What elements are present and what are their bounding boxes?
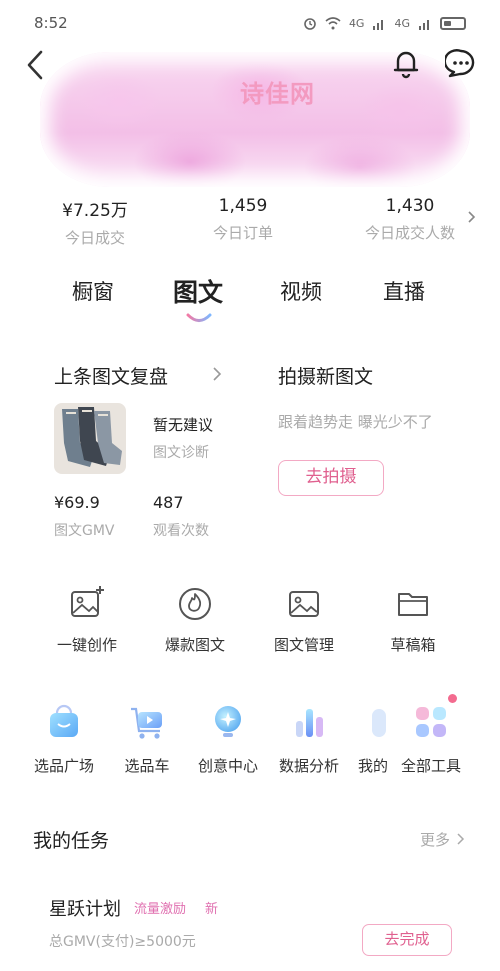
tab-live[interactable]: 直播 bbox=[383, 276, 425, 306]
chevron-left-icon bbox=[27, 50, 43, 80]
stats-row: ¥7.25万 今日成交 1,459 今日订单 1,430 今日成交人数 bbox=[0, 196, 500, 250]
tool-post-management[interactable]: 图文管理 bbox=[259, 584, 349, 655]
go-shoot-button[interactable]: 去拍摄 bbox=[278, 460, 384, 496]
task-name: 星跃计划 bbox=[49, 899, 121, 920]
back-button[interactable] bbox=[22, 48, 52, 82]
status-bar: 8:52 4G 4G bbox=[0, 0, 500, 46]
feature-selection-cart[interactable]: 选品车 bbox=[107, 701, 187, 776]
stat-today-sales[interactable]: ¥7.25万 今日成交 bbox=[40, 196, 150, 248]
post-thumbnail[interactable] bbox=[54, 403, 126, 474]
task-tag-traffic: 流量激励 bbox=[134, 902, 187, 917]
tool-label: 一键创作 bbox=[56, 636, 117, 654]
top-bar bbox=[0, 46, 500, 86]
stat-label: 今日成交人数 bbox=[364, 224, 455, 242]
status-time: 8:52 bbox=[34, 14, 68, 32]
chevron-right-icon bbox=[457, 833, 464, 845]
stat-value: 1,459 bbox=[218, 196, 268, 216]
feature-label: 数据分析 bbox=[278, 757, 339, 775]
stat-value: 1,430 bbox=[385, 196, 435, 216]
feature-all-tools[interactable]: 全部工具 bbox=[391, 701, 471, 776]
image-plus-icon bbox=[71, 586, 104, 617]
stat-today-buyers[interactable]: 1,430 今日成交人数 bbox=[355, 196, 465, 243]
tab-video[interactable]: 视频 bbox=[280, 276, 322, 306]
feature-data-analysis[interactable]: 数据分析 bbox=[269, 701, 349, 776]
tab-graphic-post[interactable]: 图文 bbox=[173, 273, 223, 309]
message-button[interactable] bbox=[443, 46, 477, 80]
fire-icon bbox=[179, 588, 211, 620]
feature-label: 创意中心 bbox=[197, 757, 258, 775]
notification-dot bbox=[448, 694, 457, 703]
stat-value: ¥7.25万 bbox=[62, 201, 128, 221]
shopping-bag-icon bbox=[50, 704, 78, 737]
signal-label-1: 4G bbox=[348, 16, 365, 30]
bulb-icon bbox=[215, 706, 241, 737]
active-tab-indicator bbox=[186, 313, 212, 322]
signal-icon bbox=[373, 19, 384, 30]
new-post-title: 拍摄新图文 bbox=[278, 366, 374, 388]
partial-icon bbox=[372, 709, 386, 737]
new-post-subtitle: 跟着趋势走 曝光少不了 bbox=[278, 413, 433, 431]
wifi-icon bbox=[325, 16, 341, 29]
tab-showcase[interactable]: 橱窗 bbox=[72, 276, 114, 306]
chevron-right-icon[interactable] bbox=[210, 366, 224, 382]
socks-product-image bbox=[54, 403, 126, 474]
chevron-right-icon[interactable] bbox=[464, 210, 478, 224]
suggestion-text: 暂无建议 bbox=[153, 416, 214, 434]
tool-label: 草稿箱 bbox=[390, 636, 436, 654]
gmv-value: ¥69.9 bbox=[54, 493, 100, 512]
feature-mine[interactable]: 我的 bbox=[348, 701, 388, 776]
stat-today-orders[interactable]: 1,459 今日订单 bbox=[188, 196, 298, 243]
more-label: 更多 bbox=[420, 831, 451, 849]
notification-button[interactable] bbox=[390, 46, 422, 80]
bar-chart-icon bbox=[296, 709, 323, 737]
task-description: 总GMV(支付)≥5000元 bbox=[49, 934, 196, 950]
last-post-review-title: 上条图文复盘 bbox=[54, 366, 169, 388]
stat-label: 今日订单 bbox=[212, 224, 273, 242]
signal-icon-2 bbox=[419, 19, 429, 30]
feature-selection-plaza[interactable]: 选品广场 bbox=[24, 701, 104, 776]
task-tag-new: 新 bbox=[205, 902, 219, 917]
views-label: 观看次数 bbox=[153, 523, 209, 539]
content-tabs: 橱窗 图文 视频 直播 bbox=[0, 270, 500, 330]
image-icon bbox=[289, 591, 319, 617]
tool-drafts[interactable]: 草稿箱 bbox=[368, 584, 458, 655]
bell-icon bbox=[393, 51, 419, 79]
grid-icon bbox=[416, 707, 446, 737]
tool-label: 爆款图文 bbox=[164, 636, 225, 654]
gmv-label: 图文GMV bbox=[54, 523, 115, 539]
feature-label: 选品广场 bbox=[33, 757, 94, 775]
signal-label-2: 4G bbox=[394, 16, 410, 30]
alarm-icon bbox=[304, 18, 316, 30]
feature-label: 全部工具 bbox=[400, 757, 461, 775]
go-complete-button[interactable]: 去完成 bbox=[362, 924, 452, 956]
stat-label: 今日成交 bbox=[64, 229, 125, 247]
views-value: 487 bbox=[153, 493, 184, 512]
cart-icon bbox=[131, 707, 162, 739]
feature-creative-center[interactable]: 创意中心 bbox=[188, 701, 268, 776]
tool-label: 图文管理 bbox=[273, 636, 334, 654]
folder-icon bbox=[398, 593, 428, 616]
tool-hot-posts[interactable]: 爆款图文 bbox=[150, 584, 240, 655]
chat-bubble-icon bbox=[443, 49, 475, 78]
suggestion-sub: 图文诊断 bbox=[153, 445, 209, 461]
tasks-title: 我的任务 bbox=[33, 830, 110, 852]
feature-label: 我的 bbox=[358, 757, 388, 775]
battery-icon bbox=[440, 16, 466, 30]
status-icons: 4G 4G bbox=[303, 16, 466, 30]
tasks-more-link[interactable]: 更多 bbox=[420, 829, 465, 850]
feature-label: 选品车 bbox=[124, 757, 170, 775]
tool-one-click-create[interactable]: 一键创作 bbox=[42, 584, 132, 655]
